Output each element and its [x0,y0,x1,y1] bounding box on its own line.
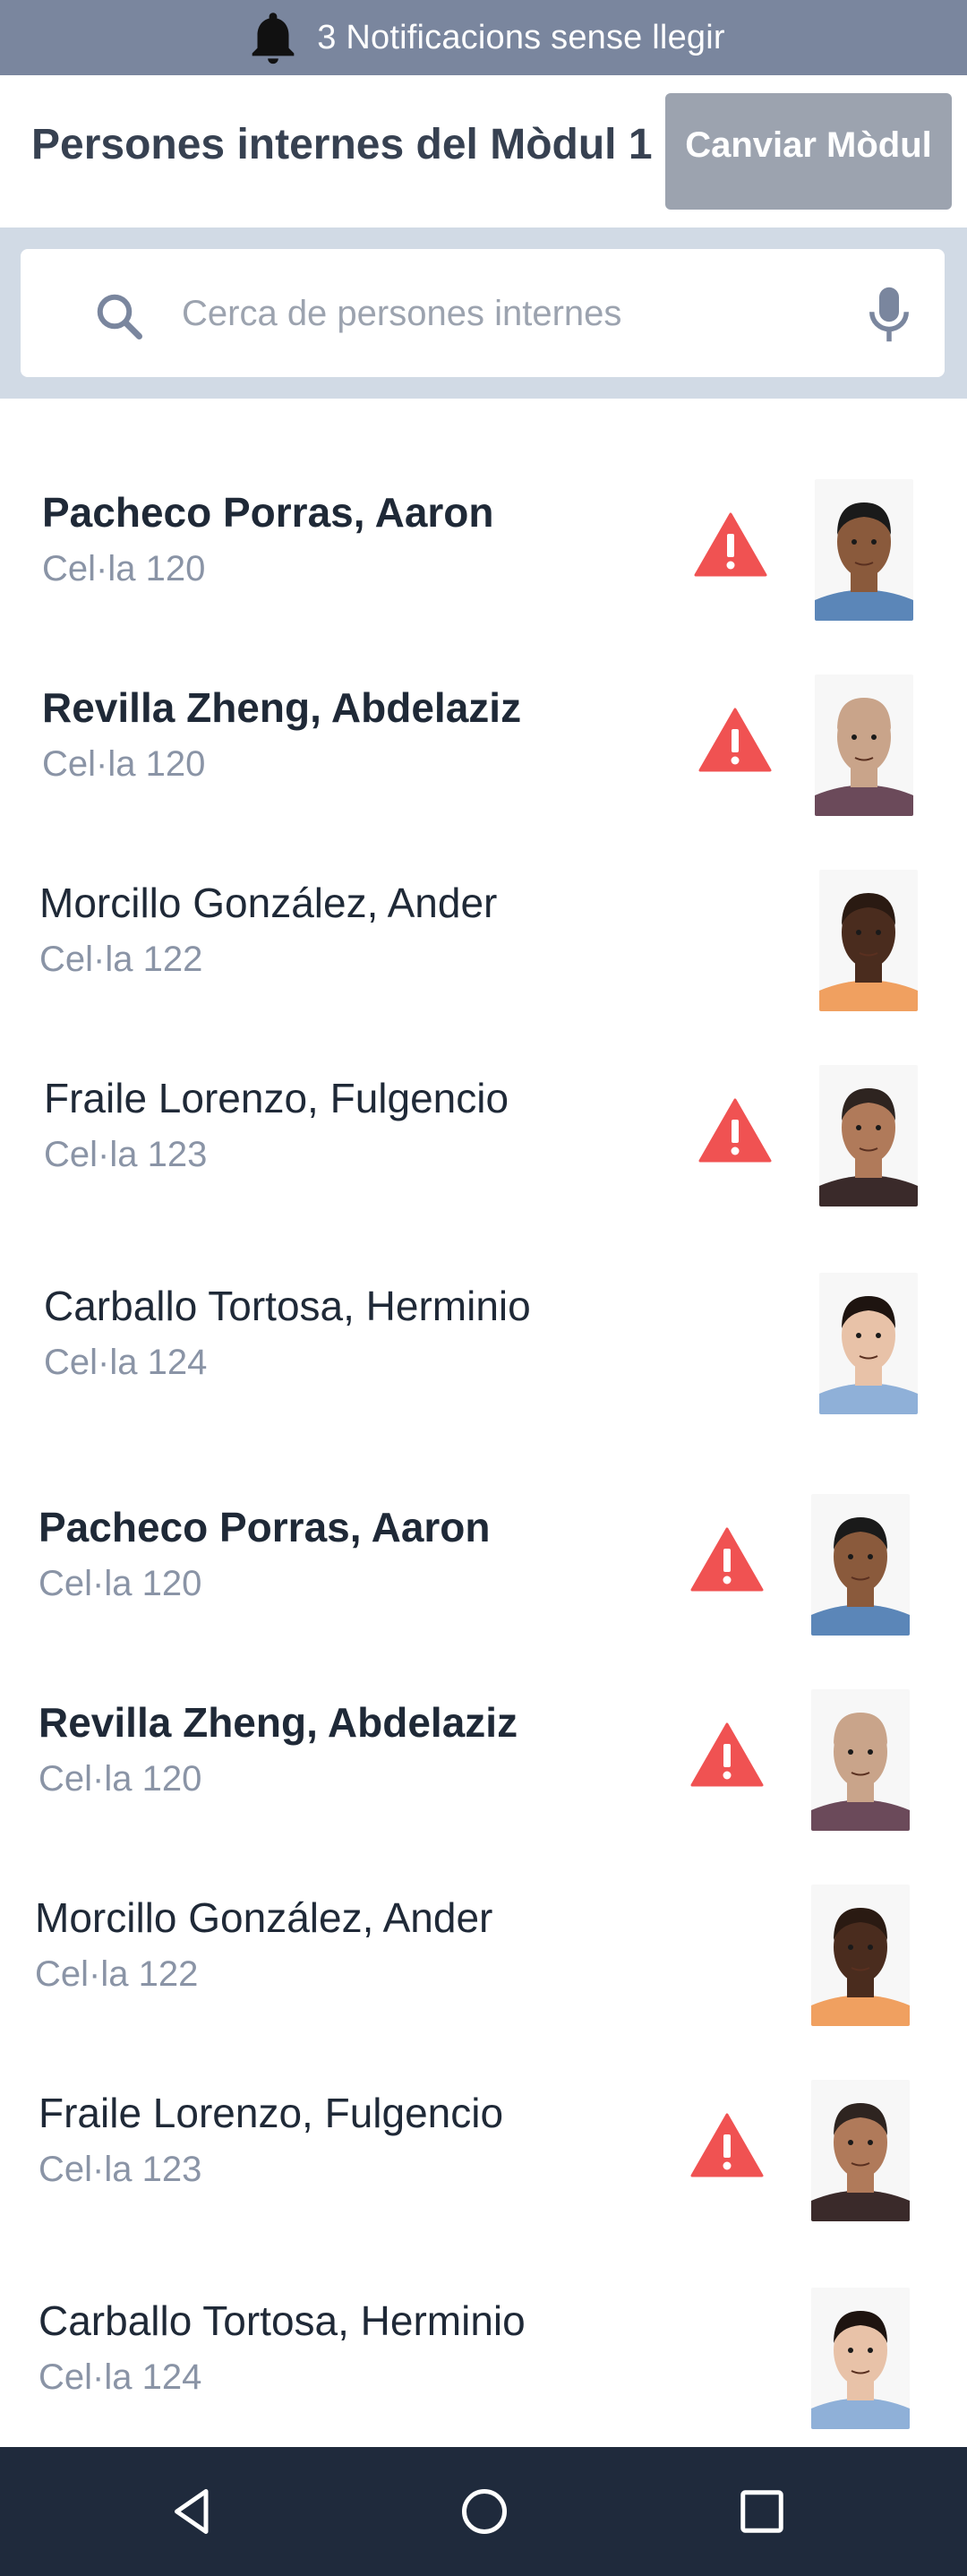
inmate-name: Carballo Tortosa, Herminio [39,2297,526,2344]
inmate-name: Fraile Lorenzo, Fulgencio [39,2090,504,2136]
warning-icon[interactable] [698,1098,772,1163]
microphone-icon[interactable] [867,285,911,344]
warning-icon[interactable] [690,2113,764,2177]
inmate-cell: Cel·la 120 [39,1759,202,1799]
inmate-cell: Cel·la 124 [39,2357,202,2397]
inmate-photo [819,1065,918,1206]
inmate-photo [815,479,913,621]
inmate-photo [811,2080,910,2221]
inmate-cell: Cel·la 123 [39,2150,202,2189]
warning-icon[interactable] [698,708,772,772]
list-item[interactable]: Morcillo González, Ander Cel·la 122 [0,807,967,1011]
warning-icon[interactable] [690,1722,764,1787]
search-icon[interactable] [92,289,146,343]
system-navigation-bar [0,2447,967,2576]
inmate-name: Morcillo González, Ander [35,1894,493,1941]
list-item[interactable]: Morcillo González, Ander Cel·la 122 [0,1822,967,2026]
list-item[interactable]: Carballo Tortosa, Herminio Cel·la 124 [0,1210,967,1414]
warning-icon[interactable] [694,512,767,577]
back-icon[interactable] [166,2485,219,2538]
list-item[interactable]: Revilla Zheng, Abdelaziz Cel·la 120 [0,1627,967,1831]
switch-module-button[interactable]: Canviar Mòdul [665,93,952,210]
list-item[interactable]: Carballo Tortosa, Herminio Cel·la 124 [0,2225,967,2429]
inmate-cell: Cel·la 122 [35,1954,199,1994]
recents-icon[interactable] [735,2485,789,2538]
inmate-cell: Cel·la 122 [39,940,203,979]
inmate-name: Fraile Lorenzo, Fulgencio [44,1075,509,1121]
home-icon[interactable] [458,2485,511,2538]
search-input[interactable] [182,276,809,351]
notification-bar[interactable]: 3 Notificacions sense llegir [0,0,967,75]
list-item[interactable]: Fraile Lorenzo, Fulgencio Cel·la 123 [0,1002,967,1206]
inmate-cell: Cel·la 120 [42,744,206,784]
bell-icon [252,13,295,64]
warning-icon[interactable] [690,1527,764,1592]
search-box[interactable] [21,249,945,377]
page-title: Persones internes del Mòdul 1 [31,121,653,168]
inmate-cell: Cel·la 120 [42,549,206,588]
header: Persones internes del Mòdul 1 Canviar Mò… [0,75,967,228]
list-item[interactable]: Pacheco Porras, Aaron Cel·la 120 [0,416,967,621]
inmate-photo [811,1689,910,1831]
inmate-name: Revilla Zheng, Abdelaziz [39,1699,518,1746]
inmate-photo [819,870,918,1011]
inmate-photo [811,2288,910,2429]
search-area [0,228,967,399]
notification-text: 3 Notificacions sense llegir [317,18,725,56]
list-item[interactable]: Fraile Lorenzo, Fulgencio Cel·la 123 [0,2017,967,2221]
inmate-cell: Cel·la 124 [44,1343,208,1382]
list-item[interactable]: Revilla Zheng, Abdelaziz Cel·la 120 [0,612,967,816]
inmate-photo [815,674,913,816]
inmate-list: Pacheco Porras, Aaron Cel·la 120 Revilla Z… [0,399,967,2447]
inmate-name: Pacheco Porras, Aaron [39,1504,491,1550]
inmate-photo [811,1494,910,1636]
inmate-name: Morcillo González, Ander [39,880,498,926]
inmate-name: Carballo Tortosa, Herminio [44,1283,531,1329]
inmate-name: Pacheco Porras, Aaron [42,489,494,536]
inmate-photo [811,1885,910,2026]
list-item[interactable]: Pacheco Porras, Aaron Cel·la 120 [0,1431,967,1636]
inmate-cell: Cel·la 123 [44,1135,208,1174]
inmate-photo [819,1273,918,1414]
inmate-cell: Cel·la 120 [39,1564,202,1603]
inmate-name: Revilla Zheng, Abdelaziz [42,684,522,731]
